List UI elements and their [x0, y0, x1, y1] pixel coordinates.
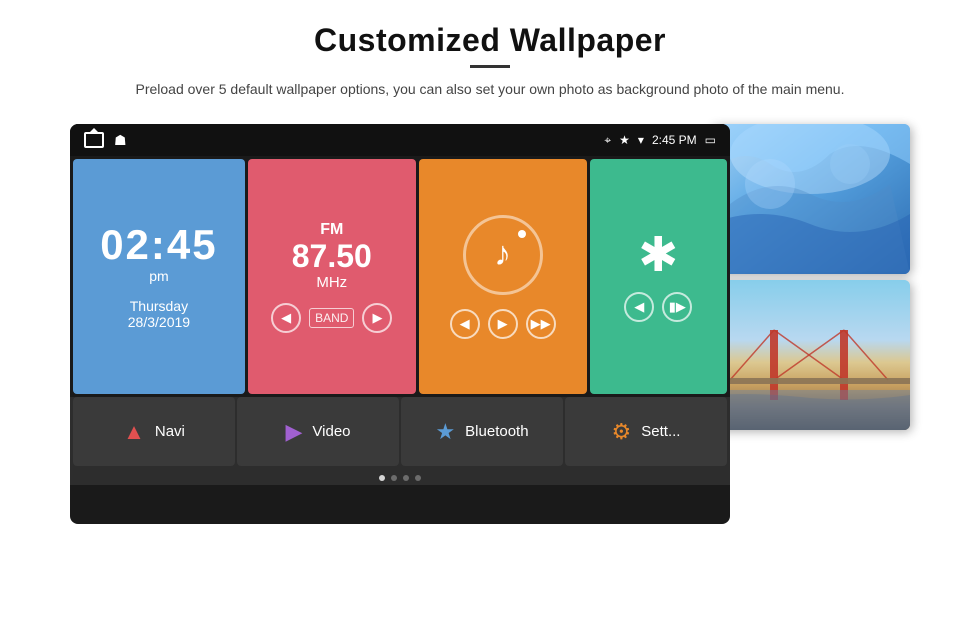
- widget-music[interactable]: ♪ ◀ ▶ ▶▶: [419, 159, 587, 394]
- page-subtitle: Preload over 5 default wallpaper options…: [130, 78, 850, 100]
- dot-1[interactable]: [379, 475, 385, 481]
- widgets-row: 02:45 pm Thursday 28/3/2019 FM 87.50 MHz…: [70, 156, 730, 394]
- nav-video[interactable]: ▶ Video: [237, 397, 399, 466]
- bluetooth-icon: ✱: [638, 232, 678, 280]
- widget-bluetooth[interactable]: ✱ ◀ ▮▶: [590, 159, 727, 394]
- battery-icon: ▭: [705, 133, 716, 147]
- dot-4[interactable]: [415, 475, 421, 481]
- device-frame: ☗ ⌖ ★ ▾ 2:45 PM ▭ 02:45 pm Thursday 28/3…: [70, 124, 730, 524]
- nav-video-label: Video: [312, 423, 350, 440]
- nav-bluetooth-label: Bluetooth: [465, 423, 528, 440]
- wallpaper-bridge[interactable]: [710, 280, 910, 430]
- bluetooth-status-icon: ★: [619, 133, 630, 147]
- fm-label: FM: [320, 221, 343, 239]
- nav-bluetooth[interactable]: ★ Bluetooth: [401, 397, 563, 466]
- video-icon: ▶: [285, 419, 302, 445]
- nav-settings[interactable]: ⚙ Sett...: [565, 397, 727, 466]
- wifi-icon: ▾: [638, 133, 644, 147]
- settings-icon: ⚙: [612, 419, 632, 445]
- status-right: ⌖ ★ ▾ 2:45 PM ▭: [604, 133, 716, 148]
- home-icon: [84, 132, 104, 148]
- navi-icon: ▲: [123, 419, 145, 445]
- fm-next-button[interactable]: ▶: [362, 303, 392, 333]
- wallpaper-ice-cave[interactable]: [710, 124, 910, 274]
- fm-controls: ◀ BAND ▶: [271, 303, 392, 333]
- fm-frequency: 87.50: [292, 239, 372, 274]
- fm-band-button[interactable]: BAND: [309, 308, 354, 328]
- main-content: ☗ ⌖ ★ ▾ 2:45 PM ▭ 02:45 pm Thursday 28/3…: [0, 110, 980, 524]
- nav-navi[interactable]: ▲ Navi: [73, 397, 235, 466]
- bt-prev-button[interactable]: ◀: [624, 292, 654, 322]
- location-icon: ⌖: [604, 133, 611, 148]
- music-prev-button[interactable]: ◀: [450, 309, 480, 339]
- dot-3[interactable]: [403, 475, 409, 481]
- bt-controls: ◀ ▮▶: [624, 292, 692, 322]
- side-photos: [710, 124, 910, 430]
- page-header: Customized Wallpaper Preload over 5 defa…: [0, 0, 980, 110]
- clock-day: Thursday: [130, 298, 188, 314]
- widget-clock[interactable]: 02:45 pm Thursday 28/3/2019: [73, 159, 245, 394]
- bottom-nav: ▲ Navi ▶ Video ★ Bluetooth ⚙ Sett...: [70, 397, 730, 469]
- music-dot: [518, 230, 526, 238]
- dot-2[interactable]: [391, 475, 397, 481]
- nav-navi-label: Navi: [155, 423, 185, 440]
- status-bar: ☗ ⌖ ★ ▾ 2:45 PM ▭: [70, 124, 730, 156]
- clock-time: 02:45: [100, 224, 217, 266]
- clock-ampm: pm: [149, 268, 168, 284]
- fm-unit: MHz: [316, 274, 347, 291]
- music-play-button[interactable]: ▶: [488, 309, 518, 339]
- nav-bluetooth-icon: ★: [435, 419, 455, 445]
- widget-fm[interactable]: FM 87.50 MHz ◀ BAND ▶: [248, 159, 416, 394]
- dots-bar: [70, 469, 730, 485]
- fm-prev-button[interactable]: ◀: [271, 303, 301, 333]
- status-time: 2:45 PM: [652, 133, 697, 147]
- music-note-icon: ♪: [494, 235, 511, 274]
- page-title: Customized Wallpaper: [60, 22, 920, 59]
- nav-settings-label: Sett...: [641, 423, 680, 440]
- music-controls: ◀ ▶ ▶▶: [450, 309, 556, 339]
- title-underline: [470, 65, 510, 68]
- usb-icon: ☗: [114, 132, 127, 149]
- music-icon-wrap: ♪: [463, 215, 543, 295]
- clock-date: 28/3/2019: [128, 314, 190, 330]
- status-left: ☗: [84, 132, 127, 149]
- bt-skip-button[interactable]: ▮▶: [662, 292, 692, 322]
- music-next-button[interactable]: ▶▶: [526, 309, 556, 339]
